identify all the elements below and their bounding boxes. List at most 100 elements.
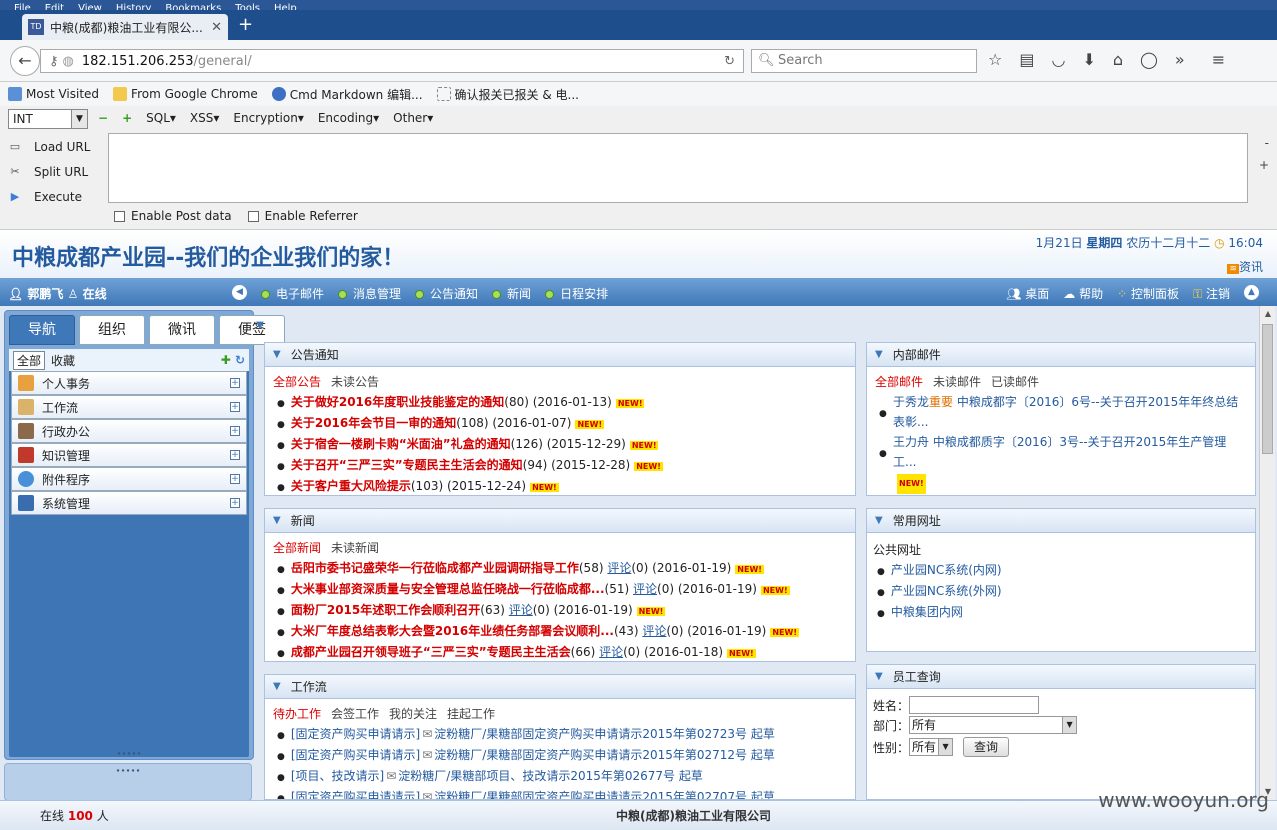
filter-unread-mail[interactable]: 未读邮件 [933, 373, 981, 390]
hackbar-menu-encoding[interactable]: Encoding▾ [318, 111, 379, 125]
list-item[interactable]: ● [项目、技改请示] ✉ 淀粉糖厂/果糖部项目、技改请示2015年第02677号 起… [277, 766, 855, 787]
filter-suspended[interactable]: 挂起工作 [447, 705, 495, 722]
reload-icon[interactable]: ↻ [724, 54, 735, 69]
add-icon[interactable]: ✚ [221, 353, 231, 367]
scroll-up-icon[interactable]: ▲ [1260, 306, 1276, 322]
sex-select[interactable]: 所有 ▼ [909, 738, 954, 756]
workflow-type[interactable]: [项目、技改请示] [291, 769, 384, 783]
link-label[interactable]: 产业园NC系统(内网) [891, 563, 1002, 577]
expand-icon[interactable]: + [230, 474, 240, 484]
list-item[interactable]: ● 关于2016年会节目一审的通知(108) (2016-01-07) NEW! [277, 413, 855, 434]
list-item[interactable]: ● 关于客户重大风险提示(103) (2015-12-24) NEW! [277, 476, 855, 495]
workflow-title[interactable]: 淀粉糖厂/果糖部固定资产购买申请请示2015年第02723号 [434, 727, 747, 741]
enable-post-checkbox[interactable]: Enable Post data [114, 209, 232, 223]
workflow-type[interactable]: [固定资产购买申请请示] [291, 727, 420, 741]
mail-subject[interactable]: 中粮成都质字〔2016〕3号--关于召开2015年生产管理工... [893, 435, 1226, 469]
news-title[interactable]: 成都产业园召开领导班子“三严三实”专题民主生活会 [291, 645, 571, 659]
list-item[interactable]: ● 岳阳市委书记盛荣华一行莅临成都产业园调研指导工作(58) 评论(0) (201… [277, 558, 855, 579]
notice-title[interactable]: 关于宿舍一楼刷卡购“米面油”礼盒的通知 [291, 437, 511, 451]
refresh-icon[interactable]: ↻ [235, 353, 245, 367]
nav-news[interactable]: 新闻 [492, 285, 531, 302]
news-title[interactable]: 大米事业部资深质量与安全管理总监任晓战一行莅临成都... [291, 582, 605, 596]
reading-list-icon[interactable]: ▤ [1019, 50, 1034, 69]
tab-microsignal[interactable]: 微讯 [149, 315, 215, 345]
sidebar-item-personal[interactable]: 个人事务 + [11, 371, 247, 395]
comment-link[interactable]: 评论 [633, 582, 657, 596]
collapse-up-icon[interactable]: ▲ [1244, 285, 1259, 300]
filter-all-notices[interactable]: 全部公告 [273, 373, 321, 390]
comment-link[interactable]: 评论 [599, 645, 623, 659]
bookmark-customs[interactable]: 确认报关已报关 & 电... [436, 86, 579, 103]
news-link[interactable]: ≋ 资讯 [1227, 258, 1263, 275]
sidebar-item-attachments[interactable]: 附件程序 + [11, 467, 247, 491]
tab-notes[interactable]: 便签 [219, 315, 285, 345]
hackbar-menu-sql[interactable]: SQL▾ [146, 111, 176, 125]
collapse-icon[interactable]: ▼ [875, 671, 883, 682]
workflow-step[interactable]: 起草 [751, 790, 775, 799]
workflow-step[interactable]: 起草 [751, 748, 775, 762]
list-item[interactable]: ● [固定资产购买申请请示] ✉ 淀粉糖厂/果糖部固定资产购买申请请示2015年第02… [277, 745, 855, 766]
download-icon[interactable]: ⬇ [1082, 50, 1095, 69]
link-label[interactable]: 中粮集团内网 [891, 605, 963, 619]
hamburger-menu-icon[interactable]: ≡ [1212, 50, 1225, 69]
filter-favorites[interactable]: 收藏 [51, 352, 75, 369]
enable-referrer-checkbox[interactable]: Enable Referrer [247, 209, 358, 223]
shrink-icon[interactable]: - [1265, 136, 1269, 150]
overflow-icon[interactable]: » [1175, 50, 1185, 69]
nav-logout[interactable]: ⚿ 注销 [1193, 285, 1230, 302]
notice-title[interactable]: 关于客户重大风险提示 [291, 479, 411, 493]
page-scrollbar[interactable]: ▲ ▼ [1259, 306, 1275, 800]
list-item[interactable]: ● 王力舟 中粮成都质字〔2016〕3号--关于召开2015年生产管理工... NE… [879, 432, 1239, 494]
list-item[interactable]: ● 于秀龙重要 中粮成都字〔2016〕6号--关于召开2015年年终总结表彰... [879, 392, 1239, 432]
hackbar-menu-other[interactable]: Other▾ [393, 111, 433, 125]
list-item[interactable]: ● 关于宿舍一楼刷卡购“米面油”礼盒的通知(126) (2015-12-29) NE… [277, 434, 855, 455]
workflow-title[interactable]: 淀粉糖厂/果糖部固定资产购买申请请示2015年第02712号 [434, 748, 747, 762]
list-item[interactable]: ● 大米事业部资深质量与安全管理总监任晓战一行莅临成都...(51) 评论(0) … [277, 579, 855, 600]
collapse-icon[interactable]: ▼ [273, 681, 281, 692]
browser-tab[interactable]: TD 中粮(成都)粮油工业有限公... ✕ [22, 14, 228, 40]
filter-all[interactable]: 全部 [13, 350, 46, 370]
list-item[interactable]: ● [固定资产购买申请请示] ✉ 淀粉糖厂/果糖部固定资产购买申请请示2015年第02… [277, 724, 855, 745]
workflow-type[interactable]: [固定资产购买申请请示] [291, 748, 420, 762]
close-tab-icon[interactable]: ✕ [211, 20, 222, 35]
list-item[interactable]: ● 中粮集团内网 [877, 602, 1255, 623]
filter-todo[interactable]: 待办工作 [273, 705, 321, 722]
dept-select[interactable]: 所有 ▼ [909, 716, 1078, 734]
list-item[interactable]: ● 成都产业园召开领导班子“三严三实”专题民主生活会(66) 评论(0) (201… [277, 642, 855, 661]
tab-organization[interactable]: 组织 [79, 315, 145, 345]
expand-icon[interactable]: + [230, 450, 240, 460]
list-item[interactable]: ●于秀龙重要 中粮成都字〔2016〕5号--关于成立风险管理委员会的 [879, 494, 1239, 495]
name-input[interactable] [909, 696, 1040, 714]
scroll-thumb[interactable] [1262, 324, 1273, 454]
expand-icon[interactable]: + [230, 402, 240, 412]
nav-messages[interactable]: 消息管理 [338, 285, 401, 302]
filter-all-news[interactable]: 全部新闻 [273, 539, 321, 556]
sidebar-item-knowledge[interactable]: 知识管理 + [11, 443, 247, 467]
list-item[interactable]: ● 关于召开“三严三实”专题民主生活会的通知(94) (2015-12-28) NE… [277, 455, 855, 476]
url-bar[interactable]: ⚷ ◍ 182.151.206.253/general/ ↻ [40, 49, 744, 73]
nav-schedule[interactable]: 日程安排 [545, 285, 608, 302]
list-item[interactable]: ● 产业园NC系统(外网) [877, 581, 1255, 602]
news-title[interactable]: 面粉厂2015年述职工作会顺利召开 [291, 603, 480, 617]
filter-all-mail[interactable]: 全部邮件 [875, 373, 923, 390]
link-label[interactable]: 产业园NC系统(外网) [891, 584, 1002, 598]
new-tab-icon[interactable]: + [238, 14, 253, 35]
expand-icon[interactable]: + [230, 498, 240, 508]
news-title[interactable]: 大米厂年度总结表彰大会暨2016年业绩任务部署会议顺利... [291, 624, 614, 638]
nav-desktop[interactable]: 👥︎ 桌面 [1006, 285, 1049, 302]
filter-following[interactable]: 我的关注 [389, 705, 437, 722]
star-icon[interactable]: ☆ [988, 50, 1002, 69]
execute-button[interactable]: ▶ Execute [8, 184, 90, 209]
nav-control-panel[interactable]: ⁘ 控制面板 [1117, 285, 1179, 302]
workflow-title[interactable]: 淀粉糖厂/果糖部项目、技改请示2015年第02677号 [398, 769, 675, 783]
grow-icon[interactable]: + [1259, 158, 1269, 172]
split-url-button[interactable]: ✂ Split URL [8, 159, 90, 184]
collapse-icon[interactable]: ▼ [875, 515, 883, 526]
news-title[interactable]: 岳阳市委书记盛荣华一行莅临成都产业园调研指导工作 [291, 561, 579, 575]
chat-icon[interactable]: ◯ [1140, 50, 1158, 69]
notice-title[interactable]: 关于做好2016年度职业技能鉴定的通知 [291, 395, 504, 409]
sidebar-item-system[interactable]: 系统管理 + [11, 491, 247, 515]
list-item[interactable]: ● 关于做好2016年度职业技能鉴定的通知(80) (2016-01-13) NEW… [277, 392, 855, 413]
list-item[interactable]: ● 面粉厂2015年述职工作会顺利召开(63) 评论(0) (2016-01-19… [277, 600, 855, 621]
query-button[interactable]: 查询 [963, 737, 1010, 757]
